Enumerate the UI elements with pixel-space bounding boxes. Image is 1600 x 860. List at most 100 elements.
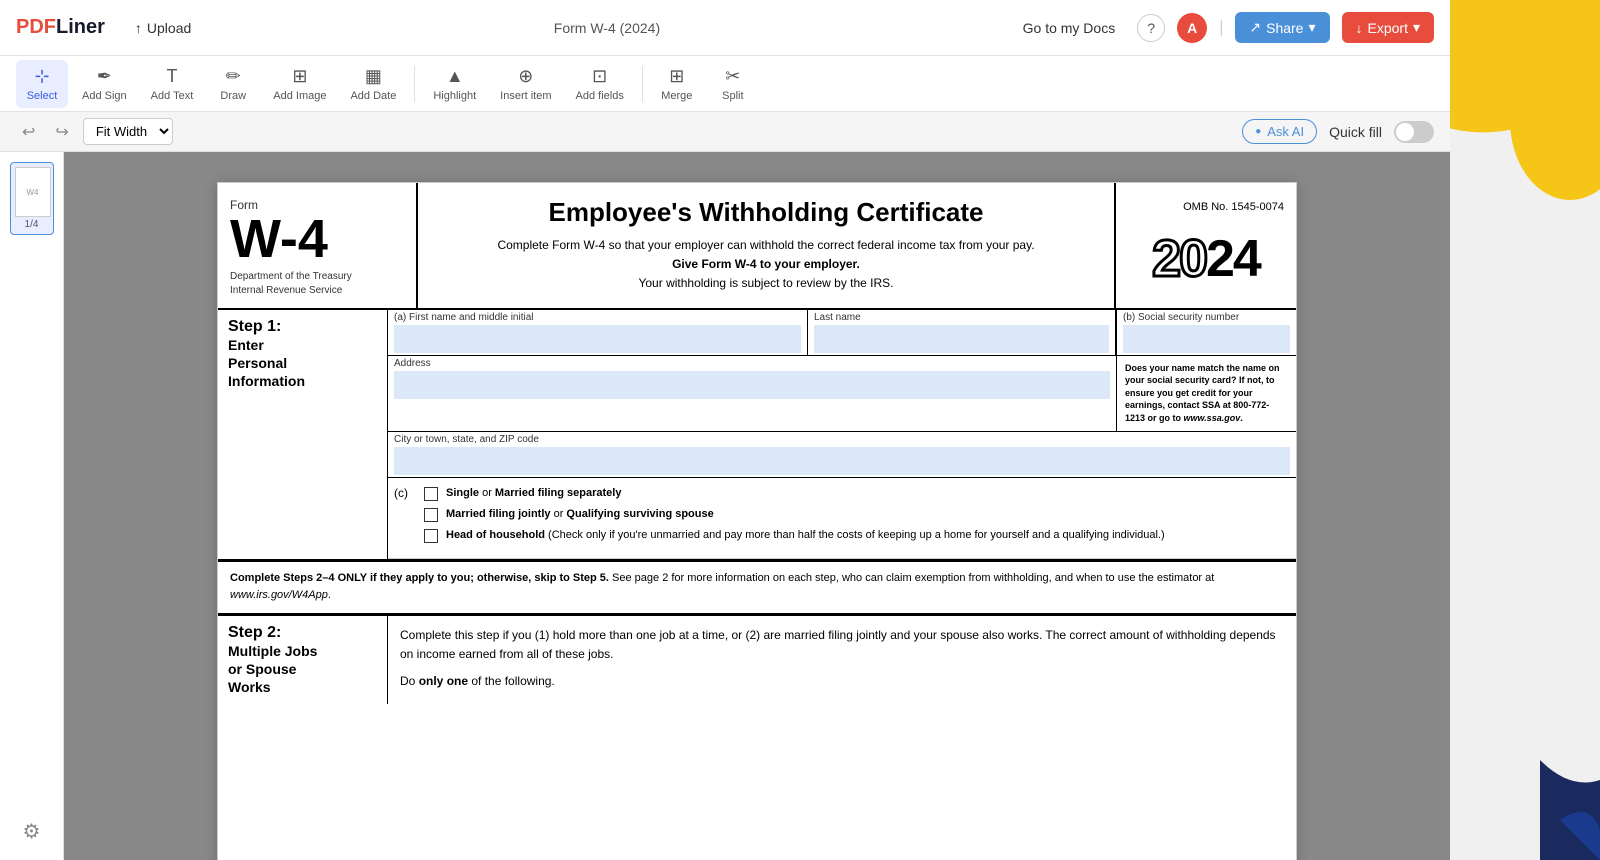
cert-subtitle: Complete Form W-4 so that your employer … <box>438 236 1094 294</box>
toolbar-separator-2 <box>642 66 643 102</box>
omb-text: OMB No. 1545-0074 <box>1128 201 1284 213</box>
nav-separator: | <box>1219 19 1223 37</box>
draw-tool-button[interactable]: ✏ Draw <box>207 60 259 108</box>
export-label: Export <box>1368 20 1408 36</box>
last-name-input[interactable] <box>814 325 1109 353</box>
step1-label: Step 1: EnterPersonalInformation <box>218 310 388 559</box>
add-fields-label: Add fields <box>576 90 624 102</box>
export-button[interactable]: ↓ Export ▾ <box>1342 12 1435 43</box>
share-button[interactable]: ↗ Share ▾ <box>1235 12 1329 43</box>
filing-status-row: (c) Single or Married filing separately <box>388 478 1296 559</box>
step2-row: Step 2: Multiple Jobsor SpouseWorks Comp… <box>218 614 1296 705</box>
instructions-bold: Complete Steps 2–4 ONLY if they apply to… <box>230 572 609 584</box>
ssn-note: Does your name match the name on your so… <box>1116 356 1296 431</box>
merge-label: Merge <box>661 90 692 102</box>
quick-fill-toggle[interactable] <box>1394 121 1434 143</box>
help-button[interactable]: ? <box>1137 14 1165 42</box>
highlight-label: Highlight <box>433 90 476 102</box>
ssn-label: (b) Social security number <box>1123 312 1290 323</box>
ask-ai-button[interactable]: ● Ask AI <box>1242 119 1317 144</box>
form-w4-title: W-4 <box>230 212 404 266</box>
first-name-input[interactable] <box>394 325 801 353</box>
filing-head-checkbox[interactable] <box>424 529 438 543</box>
redo-button[interactable]: ↪ <box>49 118 74 146</box>
city-cell: City or town, state, and ZIP code <box>388 432 1296 477</box>
first-name-cell: (a) First name and middle initial <box>388 310 808 355</box>
city-input[interactable] <box>394 447 1290 475</box>
nav-right: Go to my Docs ? A | ↗ Share ▾ ↓ Export ▾ <box>1013 12 1434 43</box>
form-header: Form W-4 Department of the Treasury Inte… <box>218 183 1296 310</box>
name-field-row: (a) First name and middle initial Last n… <box>388 310 1296 356</box>
step2-title: Multiple Jobsor SpouseWorks <box>228 642 377 697</box>
undo-button[interactable]: ↩ <box>16 118 41 146</box>
add-text-label: Add Text <box>151 90 194 102</box>
share-chevron-icon: ▾ <box>1308 19 1315 36</box>
add-image-label: Add Image <box>273 90 326 102</box>
page-thumbnail-1[interactable]: W4 1/4 <box>10 162 54 235</box>
form-header-right: OMB No. 1545-0074 2024 <box>1116 183 1296 308</box>
sidebar-settings-button[interactable]: ⚙ <box>23 819 41 844</box>
address-row: Address Does your name match the name on… <box>388 356 1296 432</box>
help-icon: ? <box>1147 20 1155 36</box>
form-header-center: Employee's Withholding Certificate Compl… <box>418 183 1116 308</box>
toolbar-separator-1 <box>414 66 415 102</box>
page-thumbnail-image: W4 <box>15 167 51 217</box>
add-sign-tool-button[interactable]: ✒ Add Sign <box>72 60 137 108</box>
filing-single-checkbox[interactable] <box>424 487 438 501</box>
quick-fill-label: Quick fill <box>1329 124 1382 140</box>
merge-tool-button[interactable]: ⊞ Merge <box>651 60 703 108</box>
step1-title: EnterPersonalInformation <box>228 336 377 391</box>
add-date-label: Add Date <box>350 90 396 102</box>
document-area[interactable]: Form W-4 Department of the Treasury Inte… <box>64 152 1450 860</box>
last-name-cell: Last name <box>808 310 1116 355</box>
filing-head-item: Head of household (Check only if you're … <box>424 528 1165 543</box>
address-input[interactable] <box>394 371 1110 399</box>
add-fields-tool-button[interactable]: ⊡ Add fields <box>566 60 634 108</box>
add-text-icon: T <box>166 66 177 87</box>
address-cell: Address <box>388 356 1116 431</box>
share-label: Share <box>1266 20 1303 36</box>
step2-do-one: Do only one of the following. <box>400 672 1284 691</box>
upload-label: Upload <box>147 20 191 36</box>
filing-single-item: Single or Married filing separately <box>424 486 1165 501</box>
add-date-icon: ▦ <box>365 66 382 87</box>
toolbar2-left: ↩ ↪ Fit Width <box>16 118 173 146</box>
dept-text: Department of the Treasury Internal Reve… <box>230 270 404 298</box>
page-number-label: 1/4 <box>15 219 49 230</box>
filing-head-text: Head of household (Check only if you're … <box>446 528 1165 543</box>
step1-content: (a) First name and middle initial Last n… <box>388 310 1296 559</box>
select-icon: ⊹ <box>34 66 49 87</box>
ssn-cell: (b) Social security number <box>1116 310 1296 355</box>
year-display: 2024 <box>1152 229 1260 289</box>
filing-married-checkbox[interactable] <box>424 508 438 522</box>
fit-width-select[interactable]: Fit Width <box>83 118 173 145</box>
add-image-tool-button[interactable]: ⊞ Add Image <box>263 60 336 108</box>
filing-married-text: Married filing jointly or Qualifying sur… <box>446 507 714 522</box>
add-date-tool-button[interactable]: ▦ Add Date <box>340 60 406 108</box>
draw-icon: ✏ <box>226 66 241 87</box>
export-chevron-icon: ▾ <box>1413 19 1420 36</box>
undo-icon: ↩ <box>22 124 35 141</box>
share-icon: ↗ <box>1249 19 1261 36</box>
split-icon: ✂ <box>725 66 740 87</box>
toolbar2: ↩ ↪ Fit Width ● Ask AI Quick fill <box>0 112 1450 152</box>
highlight-tool-button[interactable]: ▲ Highlight <box>423 60 486 108</box>
add-text-tool-button[interactable]: T Add Text <box>141 60 204 108</box>
toolbar2-right: ● Ask AI Quick fill <box>1242 119 1434 144</box>
avatar-button[interactable]: A <box>1177 13 1207 43</box>
upload-button[interactable]: ↑ Upload <box>125 14 201 42</box>
form-header-left: Form W-4 Department of the Treasury Inte… <box>218 183 418 308</box>
split-tool-button[interactable]: ✂ Split <box>707 60 759 108</box>
highlight-icon: ▲ <box>446 66 464 87</box>
goto-docs-button[interactable]: Go to my Docs <box>1013 14 1126 42</box>
logo: PDFLiner <box>16 16 105 39</box>
instructions-row: Complete Steps 2–4 ONLY if they apply to… <box>218 560 1296 614</box>
select-tool-button[interactable]: ⊹ Select <box>16 60 68 108</box>
filing-single-text: Single or Married filing separately <box>446 486 621 501</box>
logo-text: PDFLiner <box>16 16 105 39</box>
add-fields-icon: ⊡ <box>592 66 607 87</box>
ssn-input[interactable] <box>1123 325 1290 353</box>
split-label: Split <box>722 90 743 102</box>
address-label: Address <box>394 358 1110 369</box>
insert-item-tool-button[interactable]: ⊕ Insert item <box>490 60 561 108</box>
